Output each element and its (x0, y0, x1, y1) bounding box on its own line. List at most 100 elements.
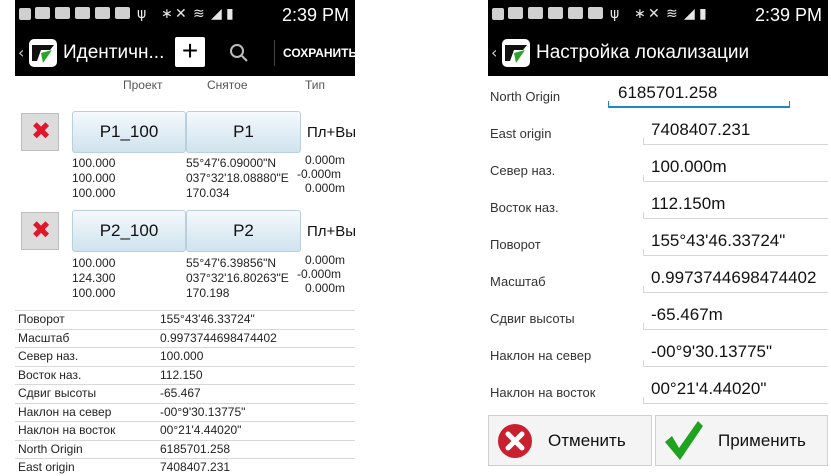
cancel-icon (498, 424, 532, 458)
mute-icon: ✕ (175, 6, 187, 22)
param-label: Наклон на север (18, 404, 112, 419)
coord-value: 55°47'6.09000"N (186, 156, 277, 170)
notification-icon (528, 7, 543, 19)
input-underline (643, 329, 828, 330)
measured-coords: 55°47'6.09000"N 037°32'18.08880"E 170.03… (186, 156, 289, 201)
input-underline (643, 403, 828, 404)
column-header-measured: Снятое (207, 78, 248, 92)
residual-value: -0.000m (297, 167, 342, 181)
wifi-icon: ≋ (193, 6, 205, 22)
usb-icon: ψ (610, 6, 620, 22)
cancel-label: Отменить (548, 431, 626, 450)
notification-icon (35, 7, 50, 19)
param-row: Наклон на север -00°9'30.13775" (15, 402, 355, 422)
page-title: Идентичн... (63, 42, 165, 63)
input-underline (643, 360, 644, 367)
localization-pairs-screen: ψ ∗ ✕ ≋ ◢ ▮ 2:39 PM ‹ Идентичн... + СОХР… (15, 0, 355, 476)
notification-icon (508, 7, 523, 19)
input-underline (643, 366, 828, 367)
param-value: 6185701.258 (160, 441, 231, 456)
tilt-north-input[interactable]: -00°9'30.13775" (651, 342, 772, 362)
input-underline (643, 181, 828, 182)
notification-icon (588, 7, 603, 19)
param-row: Сдвиг высоты -65.467 (15, 384, 355, 403)
tilt-east-input[interactable]: 00°21'4.44020" (651, 379, 766, 399)
param-label: Наклон на восток (18, 423, 116, 437)
delete-pair-button[interactable]: ✖ (21, 212, 59, 250)
measured-point-button[interactable]: P1 (186, 111, 301, 153)
status-bar: ψ ∗ ✕ ≋ ◢ ▮ 2:39 PM (488, 0, 828, 30)
param-value: 100.000 (160, 349, 204, 363)
status-bar: ψ ∗ ✕ ≋ ◢ ▮ 2:39 PM (15, 0, 355, 30)
param-row: Поворот 155°43'46.33724" (15, 310, 355, 329)
measured-point-button[interactable]: P2 (186, 210, 301, 252)
residual-value: 0.000m (305, 153, 346, 167)
param-row: North Origin 6185701.258 (15, 439, 355, 459)
param-label: Север наз. (18, 349, 79, 363)
usb-icon: ψ (137, 6, 147, 22)
back-chevron-icon[interactable]: ‹ (18, 43, 24, 62)
action-bar: ‹ Идентичн... + СОХРАНИТЬ (15, 30, 355, 76)
signal-icon: ◢ (684, 6, 695, 22)
param-label: Поворот (18, 312, 65, 326)
param-label: Сдвиг высоты (18, 386, 97, 400)
notification-icon (115, 7, 130, 19)
project-point-button[interactable]: P2_100 (72, 210, 186, 252)
input-underline (643, 292, 828, 293)
param-value: 0.9973744698474402 (160, 330, 277, 345)
add-pair-button[interactable]: + (175, 37, 205, 67)
back-chevron-icon[interactable]: ‹ (491, 43, 497, 62)
east-target-input[interactable]: 112.150m (651, 194, 725, 214)
status-time: 2:39 PM (754, 5, 822, 25)
delete-pair-button[interactable]: ✖ (21, 113, 59, 151)
residuals: 0.000m -0.000m 0.000m (297, 253, 345, 295)
pair-type[interactable]: Пл+Вы (307, 223, 355, 240)
signal-icon: ◢ (211, 6, 222, 22)
battery-icon: ▮ (699, 6, 707, 22)
field-label: Сдвиг высоты (490, 311, 575, 326)
field-height-shift: Сдвиг высоты -65.467m (488, 298, 828, 335)
coord-value: 100.000 (72, 171, 116, 185)
app-logo-icon[interactable] (502, 39, 530, 67)
height-shift-input[interactable]: -65.467m (651, 305, 723, 325)
measured-coords: 55°47'6.39856"N 037°32'16.80263"E 170.19… (186, 256, 289, 301)
localization-settings-screen: ψ ∗ ✕ ≋ ◢ ▮ 2:39 PM ‹ Настройка локализа… (488, 0, 828, 476)
coord-value: 124.300 (72, 271, 116, 285)
project-coords: 100.000 100.000 100.000 (72, 156, 115, 201)
input-underline (608, 101, 609, 108)
north-origin-input[interactable]: 6185701.258 (618, 83, 717, 103)
app-logo-icon[interactable] (29, 39, 57, 67)
scale-input[interactable]: 0.9973744698474402 (651, 268, 816, 288)
checkmark-icon (665, 421, 703, 460)
status-time: 2:39 PM (281, 5, 349, 25)
pair-type[interactable]: Пл+Вы (307, 124, 355, 141)
localization-form: North Origin 6185701.258 East origin 740… (488, 76, 828, 409)
notification-icon (55, 7, 70, 19)
north-target-input[interactable]: 100.000m (651, 157, 727, 177)
field-label: Восток наз. (490, 200, 559, 215)
field-north-origin: North Origin 6185701.258 (488, 76, 828, 113)
param-row: Наклон на восток 00°21'4.44020" (15, 421, 355, 440)
action-bar: ‹ Настройка локализации (488, 30, 828, 76)
param-value: -65.467 (160, 386, 201, 400)
search-icon[interactable] (229, 43, 249, 63)
residual-value: -0.000m (297, 267, 342, 281)
coord-value: 037°32'18.08880"E (186, 171, 289, 185)
param-row: Север наз. 100.000 (15, 347, 355, 366)
rotation-input[interactable]: 155°43'46.33724" (651, 231, 785, 251)
cancel-button[interactable]: Отменить (488, 415, 652, 466)
apply-button[interactable]: Применить (655, 415, 828, 466)
bluetooth-icon: ∗ (161, 6, 173, 22)
field-tilt-east: Наклон на восток 00°21'4.44020" (488, 372, 828, 409)
residual-value: 0.000m (305, 281, 346, 295)
coord-value: 55°47'6.39856"N (186, 256, 277, 270)
save-button[interactable]: СОХРАНИТЬ (283, 46, 355, 60)
coord-value: 100.000 (72, 186, 116, 200)
param-label: Масштаб (18, 330, 70, 345)
project-point-button[interactable]: P1_100 (72, 111, 186, 153)
input-underline (643, 144, 828, 145)
east-origin-input[interactable]: 7408407.231 (651, 120, 750, 140)
field-rotation: Поворот 155°43'46.33724" (488, 224, 828, 261)
column-header-project: Проект (123, 78, 163, 92)
param-row: Масштаб 0.9973744698474402 (15, 328, 355, 348)
